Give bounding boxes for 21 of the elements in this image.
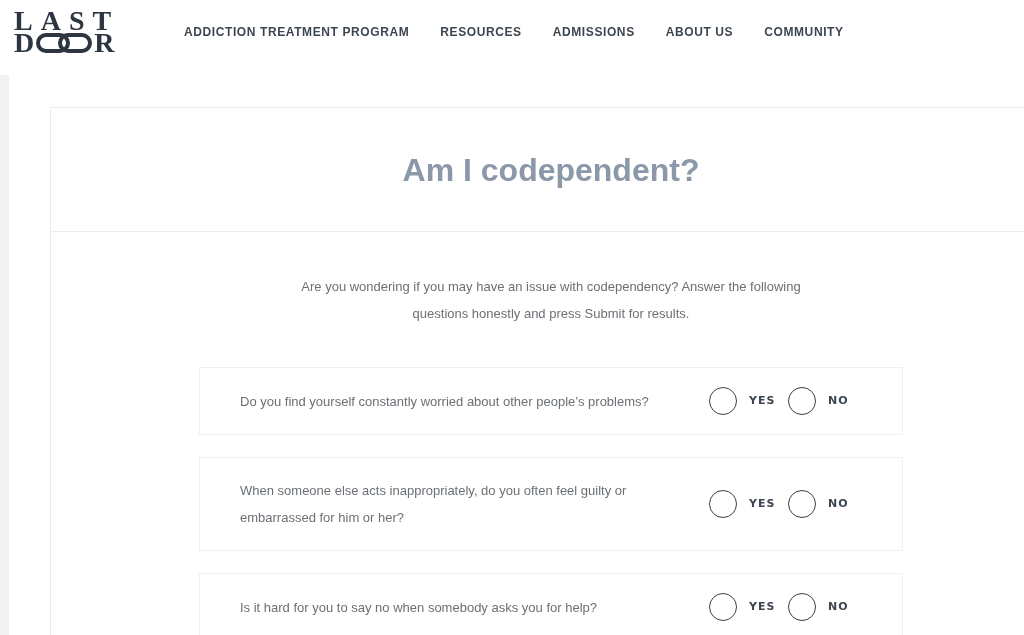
logo-text: D	[14, 32, 35, 54]
option-label[interactable]: NO	[828, 392, 855, 410]
intro-text: Are you wondering if you may have an issue with codependency? Answer the following questions honestly and press Submit for results.	[300, 278, 802, 323]
logo-text: R	[94, 32, 115, 54]
question-text: Do you find yourself constantly worried about other people’s problems?	[240, 392, 650, 411]
nav-link[interactable]: RESOURCES	[440, 25, 522, 40]
option-label[interactable]: NO	[828, 598, 855, 616]
question-text: When someone else acts inappropriately, do you often feel guilty or embarrassed for him or her?	[240, 482, 628, 527]
nav-link[interactable]: ADMISSIONS	[552, 25, 635, 40]
question-text: Is it hard for you to say no when somebody asks you for help?	[240, 598, 598, 617]
nav-link[interactable]: ADDICTION TREATMENT PROGRAM	[184, 25, 410, 40]
option-label[interactable]: YES	[749, 392, 776, 410]
logo[interactable]: LAST D R	[14, 10, 126, 54]
quiz-title: Am I codependent?	[402, 153, 700, 186]
logo-text: LAST	[14, 10, 120, 32]
option-label[interactable]: NO	[828, 495, 855, 513]
option-label[interactable]: YES	[749, 598, 776, 616]
nav-link[interactable]: COMMUNITY	[764, 25, 844, 40]
nav-link[interactable]: ABOUT US	[665, 25, 734, 40]
option-label[interactable]: YES	[749, 495, 776, 513]
chain-links-icon	[36, 33, 93, 53]
